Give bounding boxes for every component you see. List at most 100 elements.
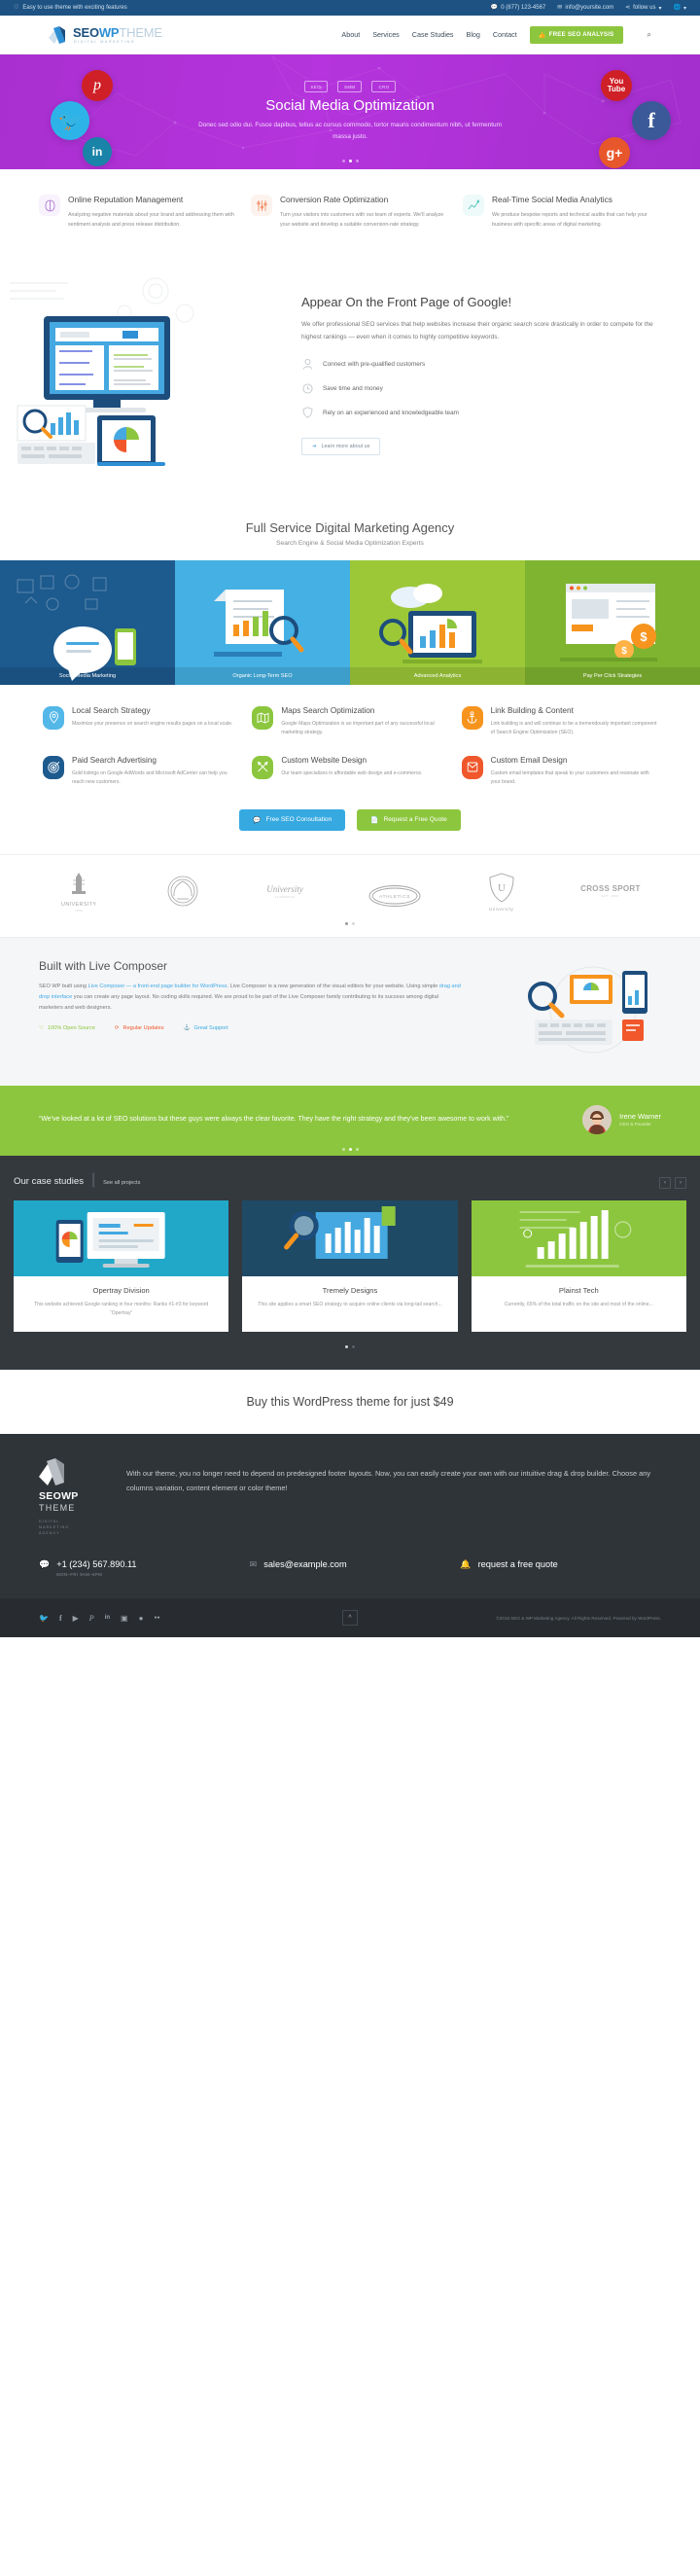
client-name: ATHLETICS [379,893,411,899]
nav-item-blog[interactable]: Blog [467,30,480,39]
pinterest-icon[interactable]: P [89,1614,94,1623]
top-bar-contacts: 💬 0 (877) 123-4567 ✉ info@yoursite.com ⋖… [491,5,686,12]
top-bar-email[interactable]: ✉ info@yoursite.com [557,5,613,11]
flickr-icon[interactable]: ●● [154,1615,159,1621]
cta-label: FREE SEO ANALYSIS [548,31,614,38]
case-study-card-opertray[interactable]: Opertray Division This website achieved … [14,1199,229,1333]
top-bar-language[interactable]: 🌐 ▾ [674,5,687,12]
youtube-bubble[interactable]: You Tube [601,70,632,101]
client-dot-2[interactable] [352,921,355,925]
tile-illustration [379,583,482,663]
buy-theme-banner[interactable]: Buy this WordPress theme for just $49 [0,1370,700,1435]
capsule-icon [39,195,60,216]
site-logo[interactable]: SEOWPTHEME DIGITAL MARKETING [49,25,341,45]
service-link-building-content: Link Building & Content Link building is… [461,705,657,738]
email-text: info@yoursite.com [565,5,614,11]
client-logo-university[interactable]: UNIVERSITY 1896 [59,871,98,912]
facebook-icon[interactable]: f [59,1614,62,1623]
tile-social-media-marketing[interactable]: Social Media Marketing [0,559,175,685]
service-title: Maps Search Optimization [281,705,375,715]
arrow-right-icon: ➔ [312,443,317,449]
instagram-icon[interactable]: ▣ [121,1614,128,1623]
cs-dot-1[interactable] [345,1345,348,1349]
hero-description: Donec sed odio dui. Fusce dapibus, tellu… [198,122,502,140]
learn-more-button[interactable]: ➔ Learn more about us [301,437,381,455]
nav-item-about[interactable]: About [341,30,360,39]
phone-text: 0 (877) 123-4567 [501,5,546,11]
top-bar-phone[interactable]: 💬 0 (877) 123-4567 [491,5,546,11]
twitter-icon[interactable]: 🐦 [39,1614,49,1623]
footer-email-value: sales@example.com [263,1559,347,1570]
testimonial-dot-2[interactable] [348,1147,352,1151]
chevron-down-icon: ▾ [682,5,686,12]
client-logo-cross-sport[interactable]: CROSS SPORT EST. 2009 [580,884,641,898]
case-studies-title: Our case studies [14,1175,84,1187]
tagline-text: Easy to use theme with exciting features [22,5,127,11]
free-seo-analysis-button[interactable]: 👍 FREE SEO ANALYSIS [529,25,623,44]
agency-subtitle: Search Engine & Social Media Optimizatio… [276,539,424,547]
back-to-top-button[interactable]: ^ [342,1610,358,1627]
badge-cro: CRO [371,81,397,93]
tile-organic-seo[interactable]: Organic Long-Term SEO [175,559,350,685]
youtube-icon[interactable]: ▶ [73,1614,79,1623]
quote-label: Request a Free Quote [383,816,447,824]
see-all-projects-link[interactable]: See all projects [103,1180,140,1186]
card-image [14,1199,229,1276]
anchor-icon: ⚓ [183,1025,191,1032]
chevron-left-icon[interactable]: ‹ [659,1176,671,1189]
top-bar-follow[interactable]: ⋖ follow us ▾ [625,5,661,12]
hero-dot-2[interactable] [348,160,352,162]
heart-icon: ♡ [39,1025,45,1032]
logo-seo: SEO [73,24,99,40]
testimonial-dots [0,1147,700,1151]
tile-advanced-analytics[interactable]: Advanced Analytics [350,559,525,685]
card-body: Opertray Division This website achieved … [14,1276,228,1333]
footer-phone-value: +1 (234) 567.890.11 [56,1559,137,1570]
client-logo-university-academics[interactable]: University ACADEMICS [266,884,303,899]
cs-dot-2[interactable] [352,1345,355,1349]
client-logo-athletics[interactable]: ATHLETICS [368,884,422,907]
pinterest-bubble[interactable]: p [82,70,113,101]
live-composer-link[interactable]: Live Composer — a front-end page builder… [88,984,228,989]
client-dot-1[interactable] [345,921,348,925]
request-free-quote-button[interactable]: 📄 Request a Free Quote [357,808,461,831]
service-title: Custom Website Design [281,755,367,765]
footer-contact-phone[interactable]: 💬 +1 (234) 567.890.11 MON–FRI 9AM–6PM [39,1559,240,1577]
footer-bottom-bar: 🐦 f ▶ P in ▣ ● ●● ^ ©2016 SEO & WP Marke… [0,1598,700,1638]
map-icon [252,705,274,730]
client-logo-shield-university[interactable]: U University [487,872,516,912]
card-text: Currently, 65% of the total traffic on t… [504,1301,653,1307]
tile-ppc-strategies[interactable]: $ $ Pay Per Click Strategies [525,559,700,685]
feature-text: Analyzing negative materials about your … [68,212,234,229]
hero-content: SEO SMM CRO Social Media Optimization Do… [190,81,510,143]
free-seo-consultation-button[interactable]: 💬 Free SEO Consultation [239,808,346,831]
github-icon[interactable]: ● [139,1614,144,1623]
case-study-card-plainst[interactable]: Plainst Tech Currently, 65% of the total… [471,1199,686,1333]
footer-contact-email[interactable]: ✉ sales@example.com [250,1559,451,1577]
nav-item-contact[interactable]: Contact [493,30,517,39]
chevron-right-icon[interactable]: › [675,1176,686,1189]
footer-logo-mark-icon [39,1457,72,1486]
nav-item-services[interactable]: Services [372,30,400,39]
client-logo-wreath[interactable] [163,873,202,910]
case-study-card-tremely[interactable]: Tremely Designs This site applies a smar… [242,1199,458,1333]
service-title: Custom Email Design [490,755,568,765]
testimonial-dot-1[interactable] [341,1147,345,1151]
testimonial-quote: “We've looked at a lot of SEO solutions … [39,1115,509,1123]
google-section-text: Appear On the Front Page of Google! We o… [292,269,700,474]
hero-dot-3[interactable] [355,160,359,162]
footer-contact-quote[interactable]: 🔔 request a free quote [460,1559,661,1577]
googleplus-bubble[interactable]: g+ [599,137,630,168]
benefit-save-time-money: Save time and money [301,382,661,395]
globe-icon: 🌐 [673,5,681,11]
card-text: This site applies a smart SEO strategy t… [258,1301,442,1307]
footer-logo[interactable]: SEOWP THEME DIGITAL MARKETING AGENCY [39,1457,105,1536]
linkedin-icon[interactable]: in [105,1615,110,1621]
testimonial-dot-3[interactable] [355,1147,359,1151]
hero-dot-1[interactable] [341,160,345,162]
nav-item-case-studies[interactable]: Case Studies [412,30,454,39]
testimonial-author: Irene Warner [619,1112,661,1122]
facebook-bubble[interactable]: f [632,101,671,140]
search-icon[interactable]: ⌕ [648,30,651,40]
twitter-bubble[interactable]: 🐦 [51,101,89,140]
